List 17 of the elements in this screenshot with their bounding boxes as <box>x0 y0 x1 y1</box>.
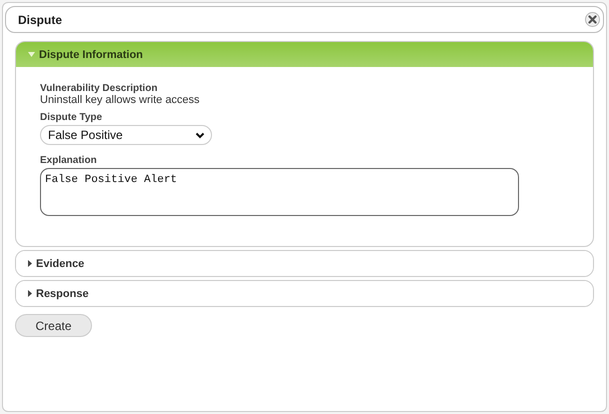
caret-right-icon <box>28 260 32 267</box>
field-value: Uninstall key allows write access <box>40 94 200 106</box>
create-button[interactable]: Create <box>15 314 92 337</box>
accordion-header[interactable]: Dispute Information <box>16 42 593 67</box>
close-icon <box>588 15 597 24</box>
accordion-header[interactable]: Response <box>16 281 593 306</box>
chevron-down-icon <box>195 132 205 138</box>
window-title: Dispute <box>18 12 62 26</box>
dispute-type-dropdown[interactable]: False Positive <box>40 125 212 145</box>
explanation-field[interactable]: False Positive Alert <box>40 168 519 216</box>
field-label: Dispute Type <box>40 112 102 123</box>
caret-right-icon <box>28 290 32 297</box>
field-label: Explanation <box>40 155 97 166</box>
close-button[interactable] <box>585 12 600 27</box>
accordion-header[interactable]: Evidence <box>16 251 593 276</box>
field-label: Vulnerability Description <box>40 83 158 94</box>
caret-down-icon <box>28 52 35 57</box>
